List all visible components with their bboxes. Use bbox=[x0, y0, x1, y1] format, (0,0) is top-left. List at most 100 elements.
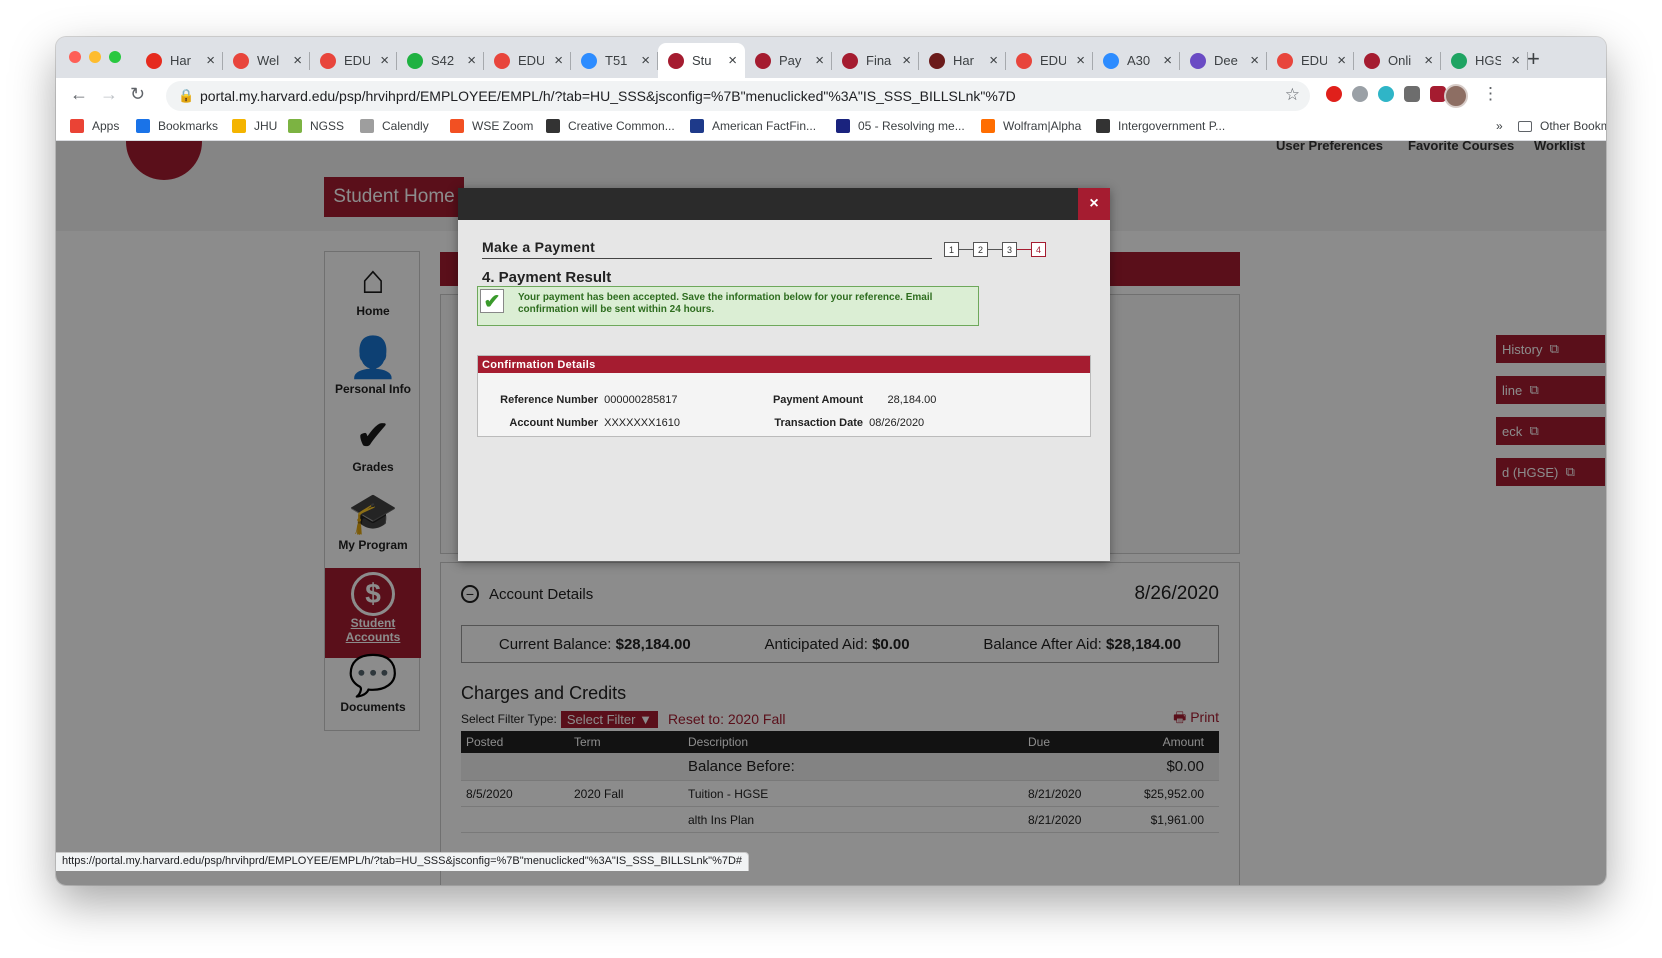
profile-avatar[interactable] bbox=[1444, 84, 1468, 108]
close-tab-icon[interactable]: × bbox=[815, 52, 824, 69]
page-content: User Preferences Favorite Courses Workli… bbox=[56, 141, 1606, 885]
close-tab-icon[interactable]: × bbox=[467, 52, 476, 69]
bookmark-item[interactable]: Intergovernment P... bbox=[1096, 119, 1225, 133]
bookmark-item[interactable]: Apps bbox=[70, 119, 119, 133]
step-indicator: 1234 bbox=[944, 242, 1046, 257]
bookmark-item[interactable]: NGSS bbox=[288, 119, 344, 133]
bookmark-item[interactable]: JHU bbox=[232, 119, 277, 133]
step-2: 2 bbox=[973, 242, 988, 257]
close-modal-button[interactable]: × bbox=[1078, 188, 1110, 220]
browser-window: Har × Wel × EDU × S42 × EDU × T51 × Stu × Pay × Fina × Har… bbox=[56, 37, 1606, 885]
tab-3[interactable]: S42 × bbox=[397, 43, 484, 78]
other-bookmarks[interactable]: Other Bookmarks bbox=[1518, 119, 1606, 133]
close-tab-icon[interactable]: × bbox=[1250, 52, 1259, 69]
bookmark-item[interactable]: Creative Common... bbox=[546, 119, 675, 133]
close-tab-icon[interactable]: × bbox=[641, 52, 650, 69]
close-tab-icon[interactable]: × bbox=[206, 52, 215, 69]
tab-title: Pay bbox=[779, 53, 802, 68]
bookmark-icon bbox=[450, 119, 464, 133]
close-tab-icon[interactable]: × bbox=[1511, 52, 1520, 69]
tab-title: T51 bbox=[605, 53, 628, 68]
bookmark-icon bbox=[836, 119, 850, 133]
tab-title: Har bbox=[953, 53, 974, 68]
more-bookmarks-icon[interactable]: » bbox=[1496, 119, 1503, 133]
tab-7[interactable]: Pay × bbox=[745, 43, 832, 78]
bookmark-item[interactable]: Wolfram|Alpha bbox=[981, 119, 1081, 133]
close-tab-icon[interactable]: × bbox=[554, 52, 563, 69]
reload-button[interactable]: ↻ bbox=[130, 84, 145, 105]
close-tab-icon[interactable]: × bbox=[728, 52, 737, 69]
tab-11[interactable]: A30 × bbox=[1093, 43, 1180, 78]
tab-favicon-icon bbox=[1190, 52, 1206, 69]
bookmark-item[interactable]: Bookmarks bbox=[136, 119, 218, 133]
bookmark-icon bbox=[981, 119, 995, 133]
account-number: Account Number XXXXXXX1610 bbox=[509, 417, 680, 429]
tab-5[interactable]: T51 × bbox=[571, 43, 658, 78]
tab-favicon-icon bbox=[146, 52, 162, 69]
bookmark-icon bbox=[690, 119, 704, 133]
close-tab-icon[interactable]: × bbox=[1337, 52, 1346, 69]
close-tab-icon[interactable]: × bbox=[293, 52, 302, 69]
tab-0[interactable]: Har × bbox=[136, 43, 223, 78]
success-message-box: ✔ Your payment has been accepted. Save t… bbox=[477, 286, 979, 326]
bookmark-item[interactable]: Calendly bbox=[360, 119, 429, 133]
tab-title: EDU bbox=[1040, 53, 1066, 68]
address-bar[interactable]: 🔒 portal.my.harvard.edu/psp/hrvihprd/EMP… bbox=[166, 81, 1310, 111]
extension-icon[interactable] bbox=[1352, 86, 1368, 102]
close-tab-icon[interactable]: × bbox=[1424, 52, 1433, 69]
tab-favicon-icon bbox=[929, 52, 945, 69]
tab-9[interactable]: Har × bbox=[919, 43, 1006, 78]
extension-icon[interactable] bbox=[1378, 86, 1394, 102]
tab-favicon-icon bbox=[494, 52, 510, 69]
tab-favicon-icon bbox=[1451, 52, 1467, 69]
extension-icon[interactable] bbox=[1326, 86, 1342, 102]
bookmark-item[interactable]: WSE Zoom bbox=[450, 119, 533, 133]
tab-1[interactable]: Wel × bbox=[223, 43, 310, 78]
url-text[interactable]: portal.my.harvard.edu/psp/hrvihprd/EMPLO… bbox=[200, 88, 1016, 104]
browser-menu-icon[interactable]: ⋮ bbox=[1482, 84, 1499, 104]
tab-8[interactable]: Fina × bbox=[832, 43, 919, 78]
tab-13[interactable]: EDU × bbox=[1267, 43, 1354, 78]
close-tab-icon[interactable]: × bbox=[902, 52, 911, 69]
payment-modal: × Make a Payment 1234 4. Payment Result … bbox=[458, 188, 1110, 561]
tab-title: EDU bbox=[344, 53, 370, 68]
tab-title: A30 bbox=[1127, 53, 1151, 68]
step-connector bbox=[959, 249, 973, 250]
close-window-button[interactable] bbox=[69, 51, 81, 63]
tab-4[interactable]: EDU × bbox=[484, 43, 571, 78]
tab-14[interactable]: Onli × bbox=[1354, 43, 1441, 78]
minimize-window-button[interactable] bbox=[89, 51, 101, 63]
confirmation-details: Confirmation Details Reference Number 00… bbox=[477, 355, 1091, 437]
bookmark-item[interactable]: American FactFin... bbox=[690, 119, 816, 133]
bookmark-icon bbox=[1096, 119, 1110, 133]
new-tab-button[interactable]: + bbox=[1527, 46, 1540, 72]
tab-6[interactable]: Stu × bbox=[658, 43, 745, 78]
step-connector bbox=[1017, 249, 1031, 250]
tab-2[interactable]: EDU × bbox=[310, 43, 397, 78]
tab-10[interactable]: EDU × bbox=[1006, 43, 1093, 78]
forward-button[interactable]: → bbox=[100, 84, 118, 105]
confirmation-header: Confirmation Details bbox=[478, 356, 1090, 373]
close-tab-icon[interactable]: × bbox=[1076, 52, 1085, 69]
maximize-window-button[interactable] bbox=[109, 51, 121, 63]
close-tab-icon[interactable]: × bbox=[380, 52, 389, 69]
step-1: 1 bbox=[944, 242, 959, 257]
modal-header: × bbox=[458, 188, 1110, 220]
tab-title: EDU bbox=[1301, 53, 1327, 68]
bookmarks-bar: Other Bookmarks » Apps Bookmarks JHU NGSS Ca… bbox=[56, 114, 1606, 141]
back-button[interactable]: ← bbox=[70, 84, 88, 105]
close-tab-icon[interactable]: × bbox=[1163, 52, 1172, 69]
tab-favicon-icon bbox=[755, 52, 771, 69]
extension-icon[interactable] bbox=[1404, 86, 1420, 102]
close-tab-icon[interactable]: × bbox=[989, 52, 998, 69]
bookmark-item[interactable]: 05 - Resolving me... bbox=[836, 119, 965, 133]
bookmark-star-icon[interactable]: ☆ bbox=[1285, 85, 1300, 105]
tab-favicon-icon bbox=[320, 52, 336, 69]
tab-15[interactable]: HGS × bbox=[1441, 43, 1528, 78]
result-title: 4. Payment Result bbox=[482, 269, 612, 286]
tab-favicon-icon bbox=[1364, 52, 1380, 69]
step-3: 3 bbox=[1002, 242, 1017, 257]
tab-title: Har bbox=[170, 53, 191, 68]
payment-amount: Payment Amount 28,184.00 bbox=[772, 394, 937, 406]
tab-12[interactable]: Dee × bbox=[1180, 43, 1267, 78]
